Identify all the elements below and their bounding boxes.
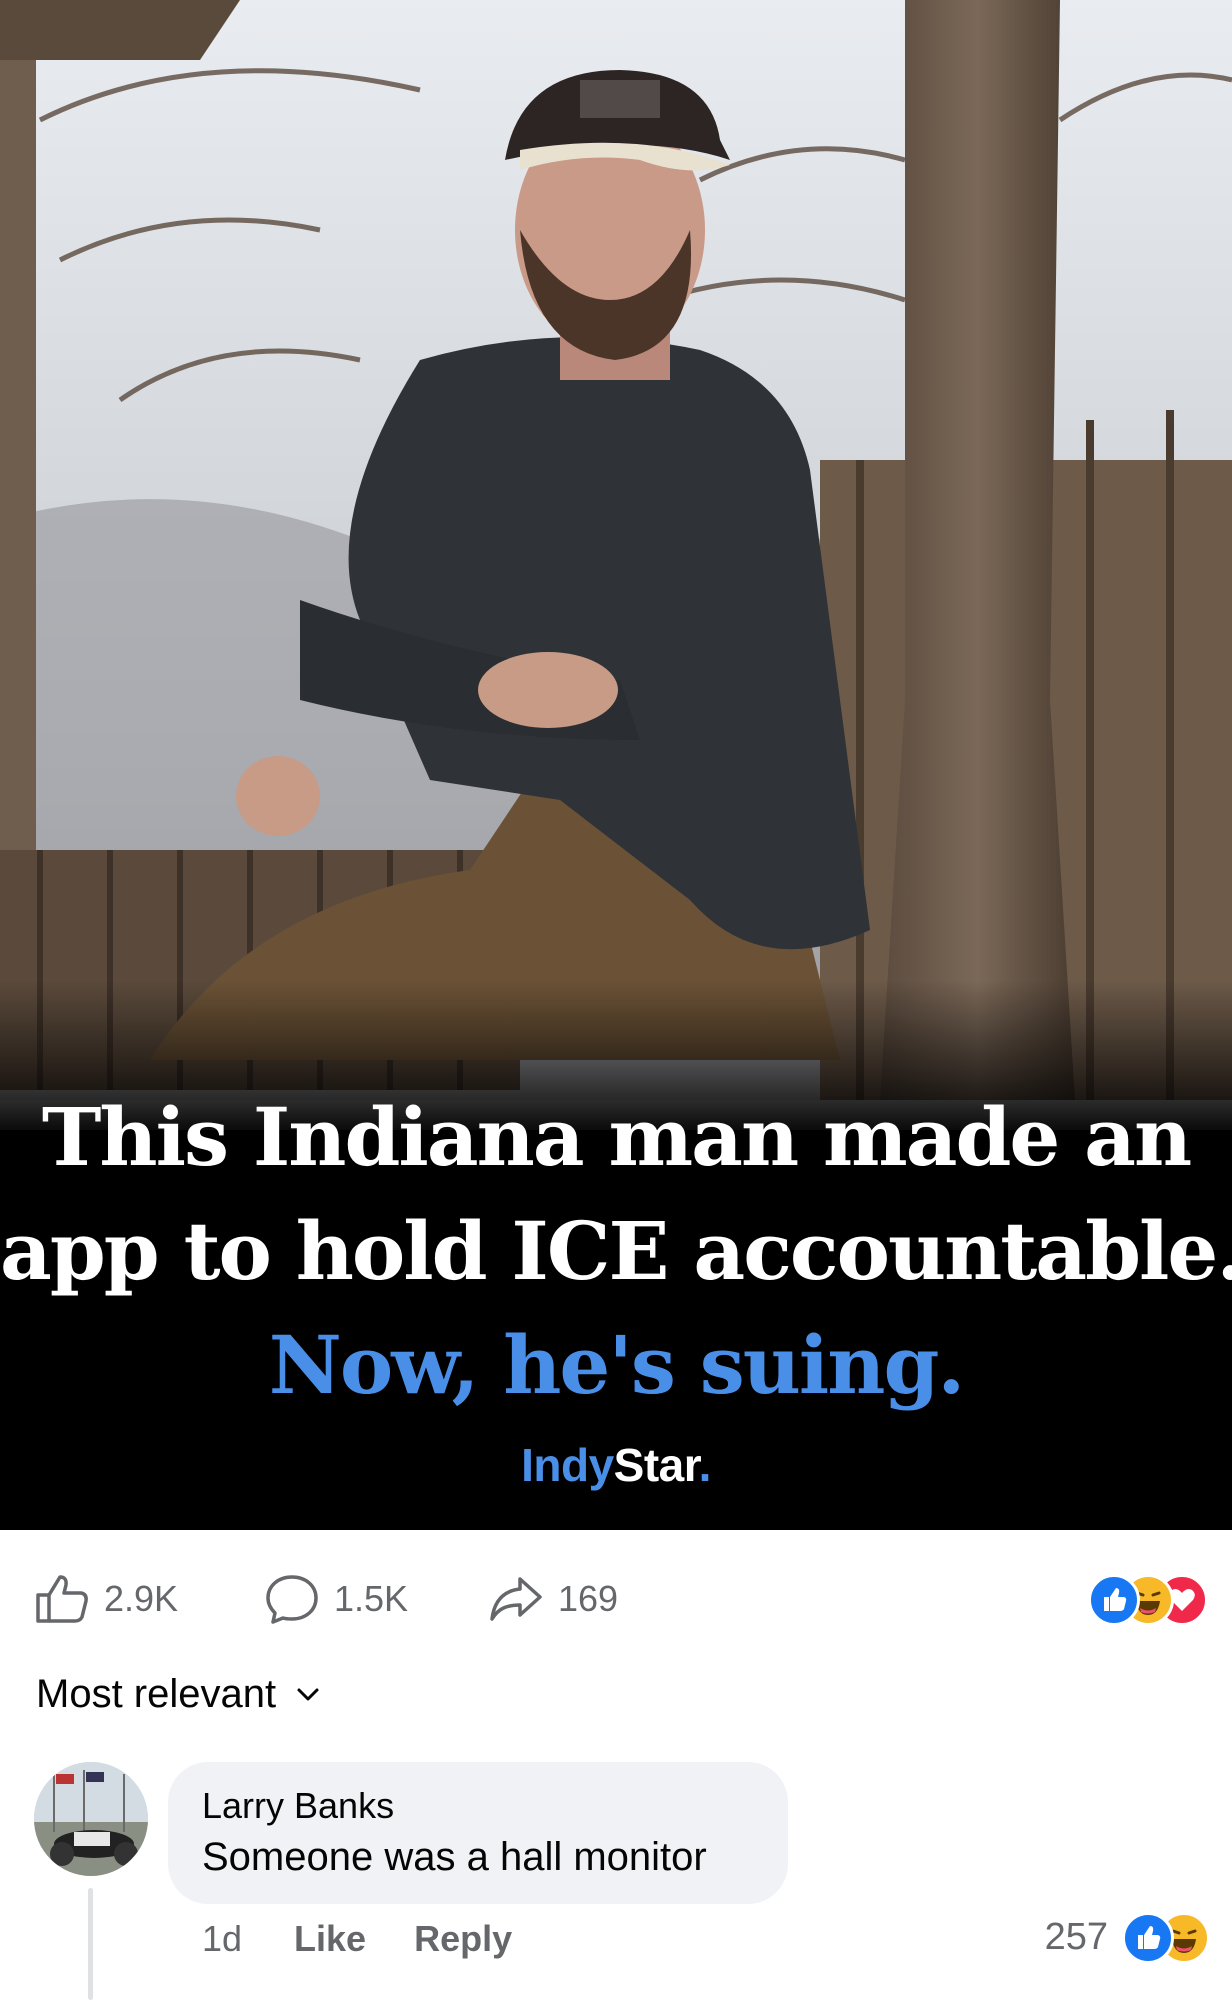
- comment-reaction-count: 257: [1044, 1915, 1108, 1958]
- post-image[interactable]: This Indiana man made an app to hold ICE…: [0, 0, 1232, 1530]
- comment-bubble-icon: [266, 1575, 318, 1624]
- brand-part-2: Star: [613, 1439, 699, 1491]
- comment-reply-button[interactable]: Reply: [414, 1918, 512, 1960]
- reaction-summary[interactable]: [1088, 1574, 1208, 1626]
- comment-like-button[interactable]: Like: [294, 1918, 366, 1960]
- thumbs-up-icon: [36, 1575, 88, 1623]
- brand-part-1: Indy: [521, 1439, 614, 1491]
- comment-reaction-summary[interactable]: 257: [1044, 1912, 1210, 1964]
- comment-text: Someone was a hall monitor: [202, 1835, 707, 1879]
- like-count: 2.9K: [104, 1578, 179, 1619]
- brand-dot: .: [698, 1439, 712, 1491]
- like-reaction-icon: [1088, 1574, 1140, 1626]
- share-button[interactable]: 169: [488, 1574, 618, 1624]
- like-reaction-icon: [1122, 1912, 1174, 1964]
- comment-author[interactable]: Larry Banks: [202, 1784, 788, 1828]
- action-bar: 2.9K 1.5K 169: [0, 1530, 1232, 1660]
- comment-sort-dropdown[interactable]: Most relevant: [36, 1672, 320, 1717]
- headline-line-3: Now, he's suing.: [268, 1318, 966, 1412]
- comment-time[interactable]: 1d: [202, 1918, 242, 1960]
- headline-line-1: This Indiana man made an: [41, 1090, 1192, 1184]
- indystar-logo: IndyStar.: [0, 1438, 1232, 1492]
- comment-button[interactable]: 1.5K: [264, 1574, 408, 1624]
- comment-bubble[interactable]: Larry Banks Someone was a hall monitor: [168, 1762, 788, 1904]
- headline: This Indiana man made an app to hold ICE…: [0, 1060, 1232, 1422]
- comment-count: 1.5K: [334, 1578, 409, 1619]
- thread-line: [88, 1888, 93, 2000]
- sort-label: Most relevant: [36, 1672, 277, 1716]
- share-count: 169: [558, 1578, 619, 1619]
- headline-line-2: app to hold ICE accountable.: [0, 1204, 1232, 1298]
- headline-block: This Indiana man made an app to hold ICE…: [0, 1060, 1232, 1530]
- avatar[interactable]: [34, 1762, 148, 1876]
- avatar-photo: [34, 1762, 148, 1876]
- comment-meta: 1d Like Reply: [202, 1918, 512, 1960]
- like-button[interactable]: 2.9K: [34, 1574, 178, 1624]
- chevron-down-icon: [297, 1688, 319, 1700]
- share-arrow-icon: [490, 1577, 542, 1621]
